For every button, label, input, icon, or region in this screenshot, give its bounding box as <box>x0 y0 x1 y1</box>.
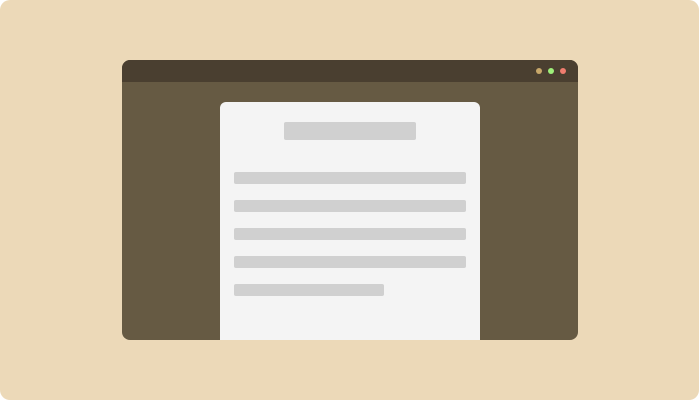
app-window <box>122 60 578 340</box>
maximize-icon[interactable] <box>548 68 554 74</box>
minimize-icon[interactable] <box>536 68 542 74</box>
window-content <box>122 82 578 340</box>
document-line-placeholder <box>234 228 466 240</box>
window-titlebar[interactable] <box>122 60 578 82</box>
document-page <box>220 102 480 340</box>
document-line-placeholder <box>234 172 466 184</box>
document-line-placeholder <box>234 200 466 212</box>
desktop-background <box>0 0 699 400</box>
document-title-placeholder <box>284 122 416 140</box>
document-line-placeholder <box>234 256 466 268</box>
close-icon[interactable] <box>560 68 566 74</box>
document-line-placeholder <box>234 284 384 296</box>
